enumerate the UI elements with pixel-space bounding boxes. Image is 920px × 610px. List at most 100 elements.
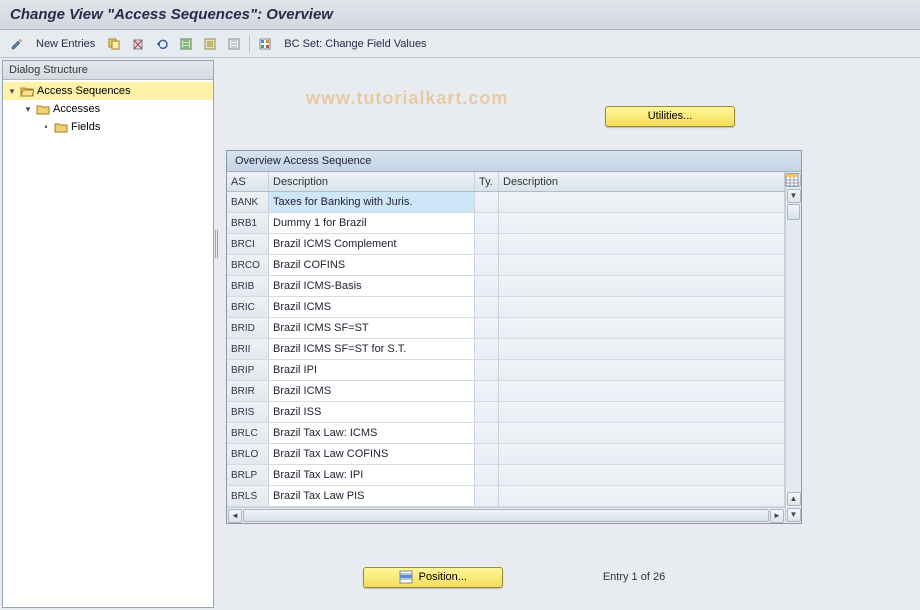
tree-node-fields[interactable]: • Fields (3, 118, 213, 136)
cell-description-2[interactable] (499, 276, 785, 296)
table-row[interactable]: BANKTaxes for Banking with Juris. (227, 192, 785, 213)
table-row[interactable]: BRLPBrazil Tax Law: IPI (227, 465, 785, 486)
bc-set-button[interactable]: BC Set: Change Field Values (280, 36, 430, 52)
table-row[interactable]: BRISBrazil ISS (227, 402, 785, 423)
cell-as[interactable]: BRII (227, 339, 269, 359)
cell-as[interactable]: BRLP (227, 465, 269, 485)
cell-type[interactable] (475, 465, 499, 485)
undo-icon[interactable] (153, 35, 171, 53)
cell-description[interactable]: Brazil ICMS (269, 297, 475, 317)
table-row[interactable]: BRCIBrazil ICMS Complement (227, 234, 785, 255)
copy-icon[interactable] (105, 35, 123, 53)
deselect-all-icon[interactable] (225, 35, 243, 53)
cell-as[interactable]: BRLO (227, 444, 269, 464)
tree-node-access-sequences[interactable]: ▾ Access Sequences (3, 82, 213, 100)
cell-description[interactable]: Brazil ISS (269, 402, 475, 422)
cell-description[interactable]: Brazil COFINS (269, 255, 475, 275)
cell-type[interactable] (475, 381, 499, 401)
cell-description[interactable]: Brazil IPI (269, 360, 475, 380)
column-header-description-2[interactable]: Description (499, 172, 785, 191)
cell-type[interactable] (475, 192, 499, 212)
cell-type[interactable] (475, 423, 499, 443)
cell-description-2[interactable] (499, 297, 785, 317)
position-button[interactable]: Position... (363, 567, 503, 588)
cell-description[interactable]: Brazil ICMS-Basis (269, 276, 475, 296)
cell-description-2[interactable] (499, 318, 785, 338)
cell-description[interactable]: Brazil Tax Law PIS (269, 486, 475, 506)
cell-description-2[interactable] (499, 465, 785, 485)
cell-description[interactable]: Brazil Tax Law: ICMS (269, 423, 475, 443)
h-scroll-track[interactable] (243, 508, 769, 523)
cell-description-2[interactable] (499, 213, 785, 233)
table-row[interactable]: BRLSBrazil Tax Law PIS (227, 486, 785, 507)
cell-description-2[interactable] (499, 486, 785, 506)
cell-description-2[interactable] (499, 381, 785, 401)
cell-as[interactable]: BRIS (227, 402, 269, 422)
cell-as[interactable]: BANK (227, 192, 269, 212)
toggle-change-icon[interactable] (8, 35, 26, 53)
cell-description-2[interactable] (499, 255, 785, 275)
cell-description[interactable]: Brazil ICMS SF=ST (269, 318, 475, 338)
cell-description[interactable]: Brazil ICMS Complement (269, 234, 475, 254)
horizontal-scrollbar[interactable]: ◄ ► (227, 507, 785, 523)
cell-type[interactable] (475, 255, 499, 275)
table-row[interactable]: BRIRBrazil ICMS (227, 381, 785, 402)
table-row[interactable]: BRLCBrazil Tax Law: ICMS (227, 423, 785, 444)
cell-type[interactable] (475, 276, 499, 296)
cell-as[interactable]: BRIB (227, 276, 269, 296)
cell-description-2[interactable] (499, 423, 785, 443)
cell-type[interactable] (475, 360, 499, 380)
table-row[interactable]: BRIIBrazil ICMS SF=ST for S.T. (227, 339, 785, 360)
cell-type[interactable] (475, 234, 499, 254)
cell-type[interactable] (475, 297, 499, 317)
expand-collapse-icon[interactable]: ▾ (23, 104, 33, 115)
cell-as[interactable]: BRID (227, 318, 269, 338)
splitter-handle[interactable] (214, 230, 220, 258)
h-scroll-thumb[interactable] (243, 509, 769, 522)
table-row[interactable]: BRB1Dummy 1 for Brazil (227, 213, 785, 234)
configure-icon[interactable] (256, 35, 274, 53)
column-header-description[interactable]: Description (269, 172, 475, 191)
cell-description[interactable]: Taxes for Banking with Juris. (269, 192, 475, 212)
cell-description[interactable]: Brazil ICMS (269, 381, 475, 401)
table-row[interactable]: BRCOBrazil COFINS (227, 255, 785, 276)
select-all-icon[interactable] (177, 35, 195, 53)
table-row[interactable]: BRICBrazil ICMS (227, 297, 785, 318)
cell-description-2[interactable] (499, 234, 785, 254)
cell-as[interactable]: BRCI (227, 234, 269, 254)
cell-description[interactable]: Brazil Tax Law COFINS (269, 444, 475, 464)
scroll-left-icon[interactable]: ◄ (228, 509, 242, 523)
select-block-icon[interactable] (201, 35, 219, 53)
table-row[interactable]: BRIDBrazil ICMS SF=ST (227, 318, 785, 339)
vertical-scrollbar[interactable]: ▲ ▼ ▲ ▼ (785, 172, 801, 523)
cell-as[interactable]: BRLS (227, 486, 269, 506)
table-settings-icon[interactable] (785, 173, 799, 187)
cell-description[interactable]: Brazil Tax Law: IPI (269, 465, 475, 485)
cell-type[interactable] (475, 213, 499, 233)
cell-description[interactable]: Dummy 1 for Brazil (269, 213, 475, 233)
cell-type[interactable] (475, 339, 499, 359)
cell-as[interactable]: BRB1 (227, 213, 269, 233)
cell-type[interactable] (475, 402, 499, 422)
cell-description-2[interactable] (499, 360, 785, 380)
cell-description-2[interactable] (499, 402, 785, 422)
new-entries-button[interactable]: New Entries (32, 36, 99, 52)
column-header-type[interactable]: Ty. (475, 172, 499, 191)
cell-as[interactable]: BRIP (227, 360, 269, 380)
v-scroll-track[interactable] (786, 204, 801, 491)
table-row[interactable]: BRLOBrazil Tax Law COFINS (227, 444, 785, 465)
cell-type[interactable] (475, 318, 499, 338)
table-row[interactable]: BRIBBrazil ICMS-Basis (227, 276, 785, 297)
column-header-as[interactable]: AS (227, 172, 269, 191)
cell-type[interactable] (475, 444, 499, 464)
cell-type[interactable] (475, 486, 499, 506)
cell-description-2[interactable] (499, 339, 785, 359)
scroll-right-icon[interactable]: ► (770, 509, 784, 523)
scroll-down-page-icon[interactable]: ▼ (787, 508, 801, 522)
cell-description-2[interactable] (499, 192, 785, 212)
v-scroll-thumb[interactable] (787, 204, 800, 220)
table-row[interactable]: BRIPBrazil IPI (227, 360, 785, 381)
scroll-up-page-icon[interactable]: ▲ (787, 492, 801, 506)
cell-as[interactable]: BRCO (227, 255, 269, 275)
cell-as[interactable]: BRLC (227, 423, 269, 443)
